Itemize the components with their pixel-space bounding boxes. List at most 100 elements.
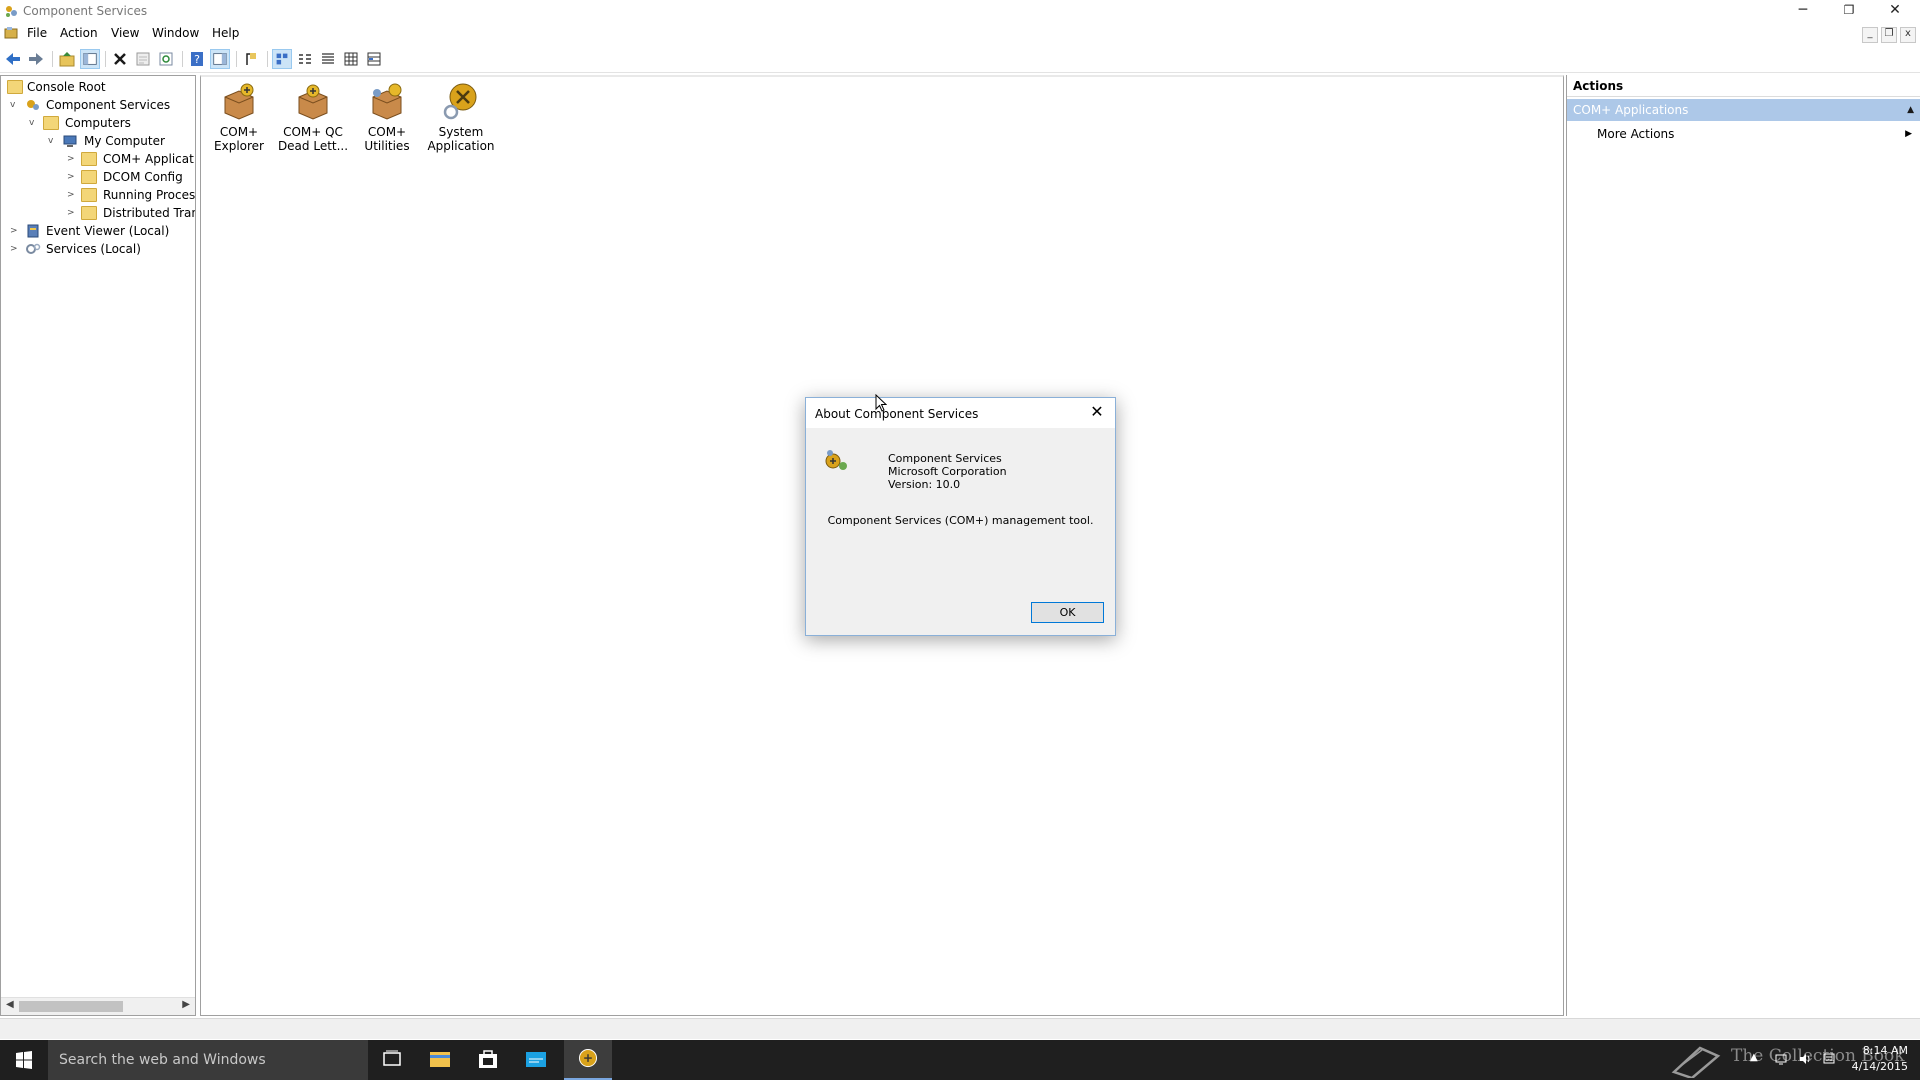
menu-action[interactable]: Action: [60, 26, 98, 40]
windows-start-icon[interactable]: [0, 1040, 48, 1080]
folder-icon: [7, 80, 23, 94]
item-label-line1: COM+: [367, 125, 407, 139]
item-label-line2: Dead Lett...: [277, 139, 349, 153]
tree-item-running-processes[interactable]: > Running Processes: [5, 186, 195, 204]
menu-help[interactable]: Help: [212, 26, 239, 40]
menu-view[interactable]: View: [111, 26, 139, 40]
com-utilities-icon: [372, 83, 402, 120]
com-qc-dead-letter-icon: [298, 84, 328, 120]
large-icons-view-icon[interactable]: [272, 49, 292, 69]
tree-item-my-computer[interactable]: v My Computer: [5, 132, 195, 150]
scroll-left-icon[interactable]: ◀: [6, 999, 14, 1010]
item-label-line1: COM+ QC: [283, 125, 343, 139]
item-label-line1: System: [438, 125, 484, 139]
clock-time[interactable]: 8:14 AM: [1846, 1044, 1908, 1057]
scroll-right-icon[interactable]: ▶: [182, 999, 190, 1010]
component-services-icon: [6, 6, 17, 17]
properties-icon[interactable]: [133, 49, 153, 69]
folder-icon: [81, 206, 97, 220]
component-services-taskbar-icon[interactable]: [564, 1040, 612, 1080]
menu-bar: File Action View Window Help: [0, 22, 1920, 44]
help-icon[interactable]: ?: [187, 49, 207, 69]
scrollbar-thumb[interactable]: [19, 1001, 123, 1012]
back-icon[interactable]: [3, 49, 23, 69]
chevron-right-icon[interactable]: >: [10, 240, 20, 258]
dialog-close-button[interactable]: ✕: [1085, 401, 1109, 423]
actions-section-com-applications[interactable]: COM+ Applications ▲: [1567, 99, 1920, 121]
item-system-application[interactable]: System Application: [423, 81, 499, 153]
restore-button[interactable]: ❐: [1826, 0, 1872, 22]
chevron-right-icon[interactable]: >: [10, 222, 20, 240]
chevron-right-icon[interactable]: >: [67, 186, 77, 204]
detail-view-icon[interactable]: [341, 49, 361, 69]
tree-item-services[interactable]: > Services (Local): [5, 240, 195, 258]
list-view-icon[interactable]: [318, 49, 338, 69]
tree-horizontal-scrollbar[interactable]: ◀ ▶: [1, 997, 195, 1015]
actions-section-label: COM+ Applications: [1573, 103, 1689, 117]
tree-item-computers[interactable]: v Computers: [5, 114, 195, 132]
server-manager-icon[interactable]: [512, 1040, 560, 1080]
chevron-down-icon[interactable]: v: [10, 96, 20, 114]
folder-icon: [81, 188, 97, 202]
actions-pane: Actions COM+ Applications ▲ More Actions…: [1566, 75, 1920, 1016]
small-icons-view-icon[interactable]: [295, 49, 315, 69]
close-button[interactable]: ✕: [1872, 0, 1918, 22]
submenu-arrow-icon: ▶: [1905, 129, 1912, 139]
services-gear-icon: [26, 243, 41, 254]
console-icon: [4, 27, 18, 39]
more-actions-label: More Actions: [1597, 127, 1675, 141]
taskbar-search-input[interactable]: [48, 1040, 368, 1080]
tree-item-component-services[interactable]: v Component Services: [5, 96, 195, 114]
chevron-right-icon[interactable]: >: [67, 168, 77, 186]
collapse-up-icon[interactable]: ▲: [1907, 99, 1914, 121]
child-close-button[interactable]: x: [1900, 27, 1916, 43]
chevron-down-icon[interactable]: v: [48, 132, 58, 150]
toolbar: ?: [0, 46, 1920, 73]
tree-item-distributed-transaction-coordinator[interactable]: > Distributed Transaction Coordinator: [5, 204, 195, 222]
tree-item-dcom-config[interactable]: > DCOM Config: [5, 168, 195, 186]
dialog-title-bar: About Component Services ✕: [806, 398, 1115, 428]
notifications-icon[interactable]: [1822, 1052, 1836, 1066]
child-restore-button[interactable]: ❐: [1881, 27, 1897, 43]
more-actions-item[interactable]: More Actions ▶: [1567, 123, 1920, 145]
forward-icon[interactable]: [26, 49, 46, 69]
file-explorer-icon[interactable]: [416, 1040, 464, 1080]
store-icon[interactable]: [464, 1040, 512, 1080]
tray-overflow-icon[interactable]: ▲: [1750, 1052, 1758, 1063]
tree-item-console-root[interactable]: Console Root: [5, 78, 195, 96]
show-hide-tree-icon[interactable]: [80, 49, 100, 69]
tree-item-com-applications[interactable]: > COM+ Applications: [5, 150, 195, 168]
computer-icon: [63, 135, 77, 147]
com-explorer-icon: [224, 83, 254, 120]
menu-file[interactable]: File: [27, 26, 47, 40]
actions-title: Actions: [1567, 75, 1920, 97]
chevron-right-icon[interactable]: >: [67, 150, 77, 168]
child-minimize-button[interactable]: _: [1862, 27, 1878, 43]
item-com-explorer[interactable]: COM+ Explorer: [201, 81, 277, 153]
task-view-icon[interactable]: [368, 1040, 416, 1080]
svg-text:?: ?: [194, 53, 200, 66]
refresh-icon[interactable]: [156, 49, 176, 69]
item-com-utilities[interactable]: COM+ Utilities: [349, 81, 425, 153]
folder-icon: [43, 116, 59, 130]
show-hide-action-pane-icon[interactable]: [210, 49, 230, 69]
status-view-icon[interactable]: [364, 49, 384, 69]
taskbar: The Collection Book ▲ 8:14 AM 4/14/2015: [0, 1040, 1920, 1080]
minimize-button[interactable]: ─: [1780, 0, 1826, 22]
chevron-right-icon[interactable]: >: [67, 204, 77, 222]
folder-icon: [81, 152, 97, 166]
console-tree: Console Root v Component Services v Comp…: [0, 75, 196, 1016]
export-list-icon[interactable]: [241, 49, 261, 69]
tree-item-event-viewer[interactable]: > Event Viewer (Local): [5, 222, 195, 240]
chevron-down-icon[interactable]: v: [29, 114, 39, 132]
clock-date[interactable]: 4/14/2015: [1846, 1060, 1908, 1073]
up-folder-icon[interactable]: [57, 49, 77, 69]
volume-icon[interactable]: [1798, 1052, 1812, 1066]
delete-icon[interactable]: [110, 49, 130, 69]
network-icon[interactable]: [1774, 1052, 1788, 1066]
dialog-description: Component Services (COM+) management too…: [827, 514, 1094, 527]
ok-button[interactable]: OK: [1031, 602, 1104, 623]
item-com-qc-dead-letter[interactable]: COM+ QC Dead Lett...: [275, 81, 351, 153]
menu-window[interactable]: Window: [152, 26, 199, 40]
dialog-title: About Component Services: [815, 407, 979, 421]
